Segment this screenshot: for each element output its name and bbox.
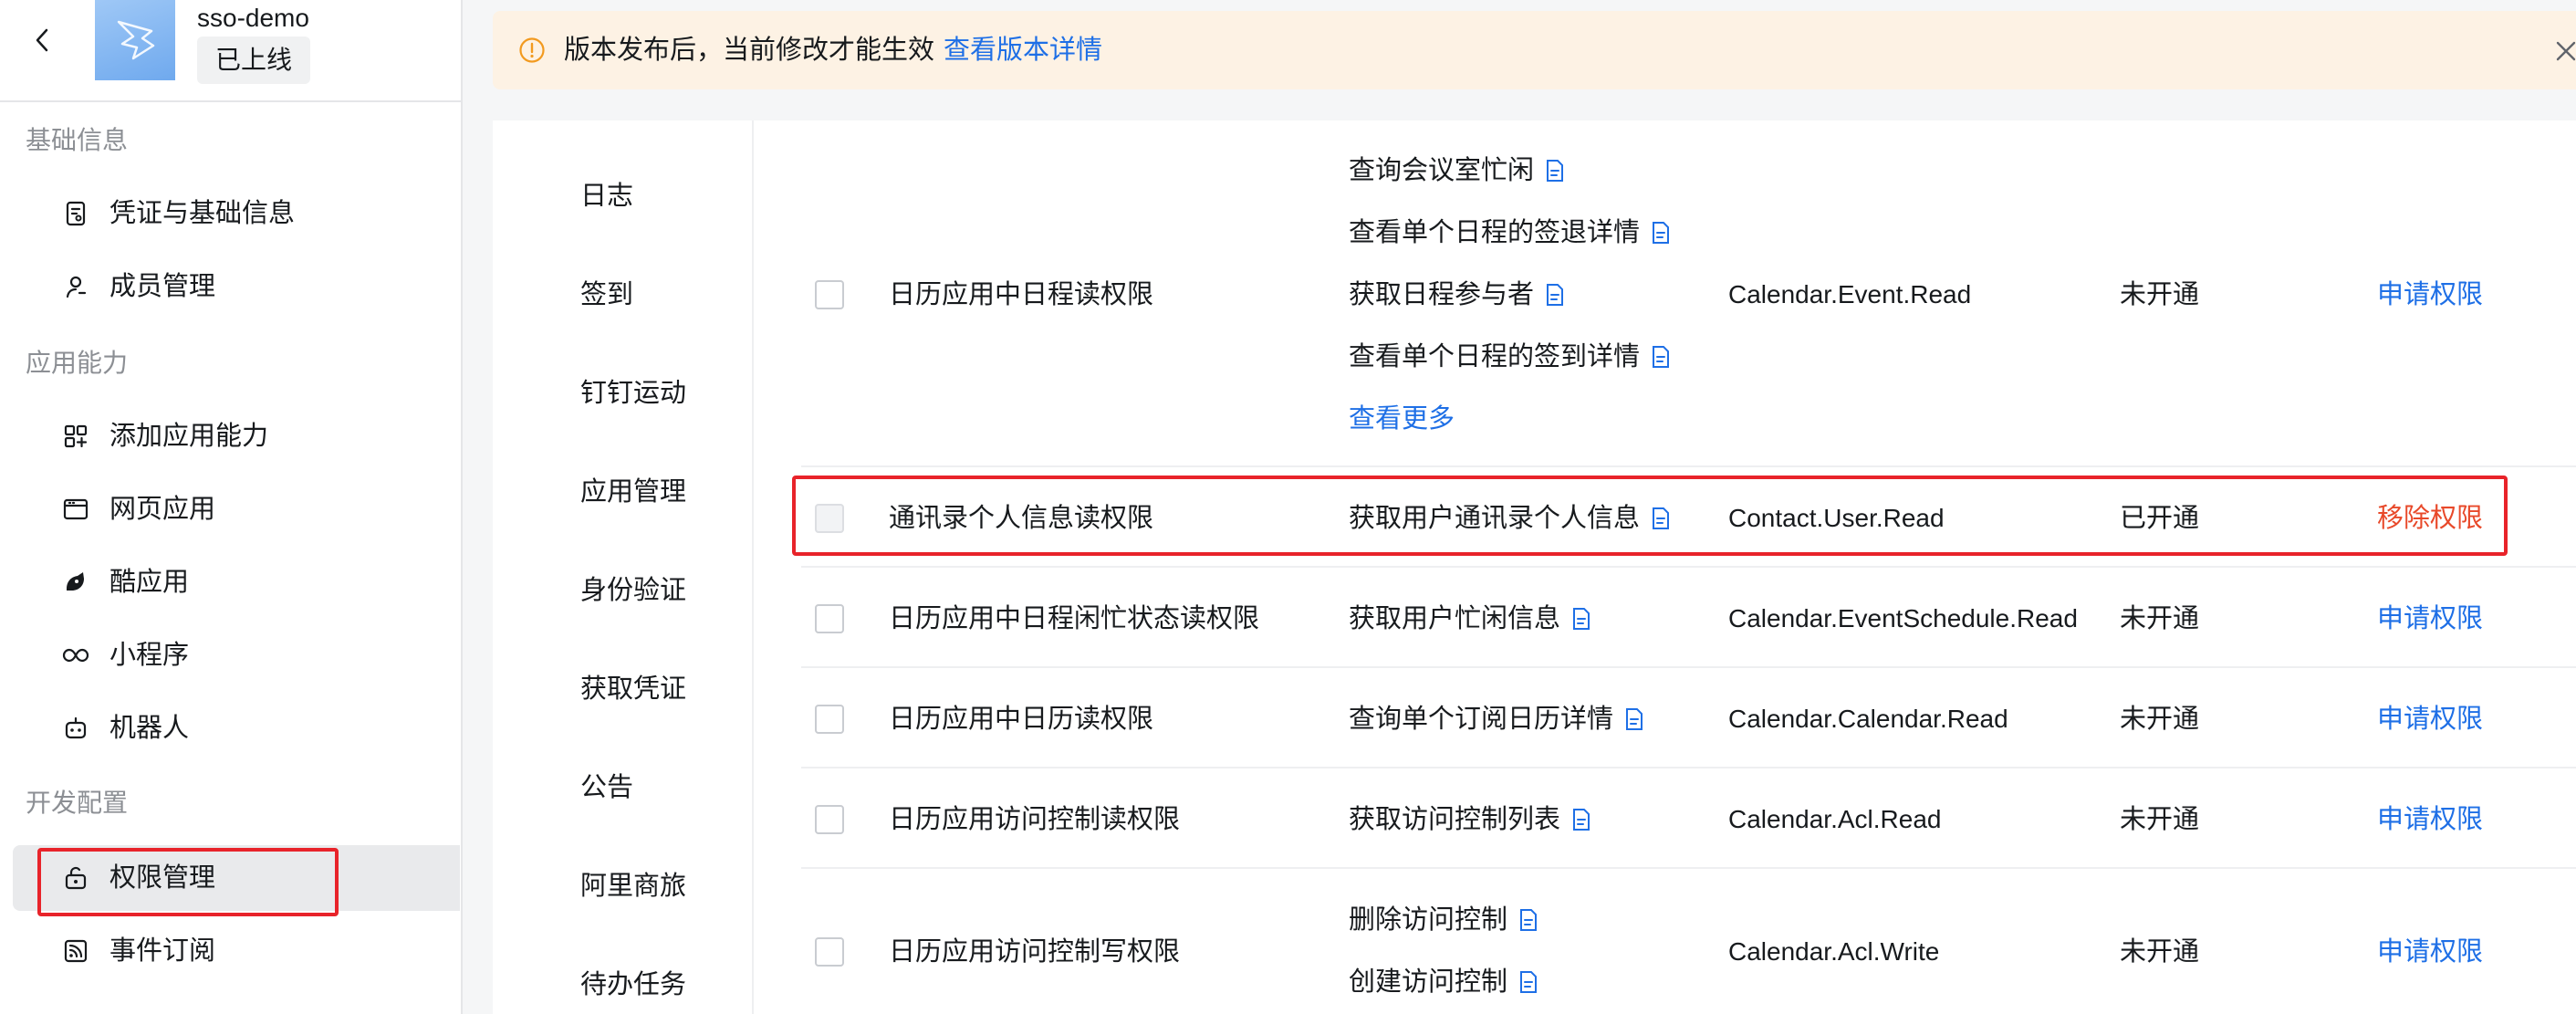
add-capability-icon: [60, 421, 91, 452]
row-checkbox[interactable]: [815, 705, 844, 734]
apply-permission-button[interactable]: 申请权限: [2377, 802, 2483, 837]
chevron-left-icon: [36, 28, 48, 52]
view-version-details-link[interactable]: 查看版本详情: [944, 36, 1102, 65]
notice-text: 版本发布后，当前修改才能生效: [564, 36, 935, 65]
permission-card: 日志 签到 钉钉运动 应用管理 身份验证 获取凭证 公告 阿里商旅 待办任务: [493, 120, 2576, 1014]
app-header: sso-demo 已上线: [0, 0, 461, 102]
app-logo: [95, 0, 175, 80]
sidebar-item-credentials[interactable]: 凭证与基础信息: [0, 181, 461, 246]
sidebar-item-label: 凭证与基础信息: [110, 199, 296, 228]
category-item[interactable]: 日志: [580, 179, 633, 214]
sidebar-item-label: 事件订阅: [110, 936, 216, 966]
sidebar-item-members[interactable]: 成员管理: [0, 254, 461, 319]
sidebar-item-label: 机器人: [110, 714, 190, 743]
row-checkbox[interactable]: [815, 604, 844, 633]
row-checkbox[interactable]: [815, 805, 844, 834]
browser-icon: [60, 494, 91, 525]
app-name: sso-demo: [197, 4, 309, 32]
nav-section-capability: 应用能力: [26, 349, 129, 377]
apply-permission-button[interactable]: 申请权限: [2377, 935, 2483, 969]
back-button[interactable]: [26, 22, 58, 58]
sidebar-item-label: 添加应用能力: [110, 422, 269, 451]
apply-permission-button[interactable]: 申请权限: [2377, 277, 2483, 312]
close-icon: [2556, 41, 2576, 61]
category-item[interactable]: 应用管理: [580, 475, 686, 509]
view-more-link[interactable]: 查看更多: [1349, 402, 1455, 436]
category-item[interactable]: 身份验证: [580, 573, 686, 608]
sidebar-item-cool-app[interactable]: 酷应用: [0, 549, 461, 615]
apply-permission-button[interactable]: 申请权限: [2377, 702, 2483, 737]
cool-app-icon: [60, 567, 91, 598]
sidebar-item-web-app[interactable]: 网页应用: [0, 476, 461, 542]
info-icon: [519, 37, 545, 63]
mini-program-icon: [60, 640, 91, 671]
credential-icon: [60, 198, 91, 229]
category-list: 日志 签到 钉钉运动 应用管理 身份验证 获取凭证 公告 阿里商旅 待办任务: [493, 120, 754, 1014]
sidebar-item-label: 成员管理: [110, 272, 216, 301]
category-item[interactable]: 待办任务: [580, 967, 686, 1002]
highlight-box-sidebar: [37, 848, 339, 916]
sidebar-item-add-capability[interactable]: 添加应用能力: [0, 403, 461, 469]
status-badge: 已上线: [197, 37, 311, 84]
sidebar-item-mini-program[interactable]: 小程序: [0, 622, 461, 688]
app-logo-icon: [117, 20, 155, 60]
apply-permission-button[interactable]: 申请权限: [2377, 601, 2483, 636]
row-checkbox[interactable]: [815, 280, 844, 309]
sidebar-item-label: 酷应用: [110, 568, 190, 597]
category-item[interactable]: 签到: [580, 277, 633, 312]
user-icon: [60, 271, 91, 302]
close-notice-button[interactable]: [2548, 33, 2576, 69]
subscription-icon: [60, 936, 91, 967]
row-checkbox[interactable]: [815, 937, 844, 967]
category-item[interactable]: 钉钉运动: [580, 376, 686, 411]
category-item[interactable]: 公告: [580, 770, 633, 805]
nav-section-basic: 基础信息: [26, 126, 129, 154]
sidebar-item-robot[interactable]: 机器人: [0, 695, 461, 761]
sidebar-item-label: 小程序: [110, 641, 190, 670]
nav-section-dev-config: 开发配置: [26, 789, 129, 817]
notice-bar: 版本发布后，当前修改才能生效 查看版本详情: [493, 11, 2576, 89]
category-item[interactable]: 阿里商旅: [580, 869, 686, 904]
sidebar-item-event-subscription[interactable]: 事件订阅: [0, 918, 461, 984]
robot-icon: [60, 713, 91, 744]
category-item[interactable]: 获取凭证: [580, 672, 686, 706]
highlight-box-permission-row: [792, 476, 2508, 556]
sidebar-item-label: 网页应用: [110, 495, 216, 524]
notice-message: 版本发布后，当前修改才能生效 查看版本详情: [564, 33, 1102, 68]
